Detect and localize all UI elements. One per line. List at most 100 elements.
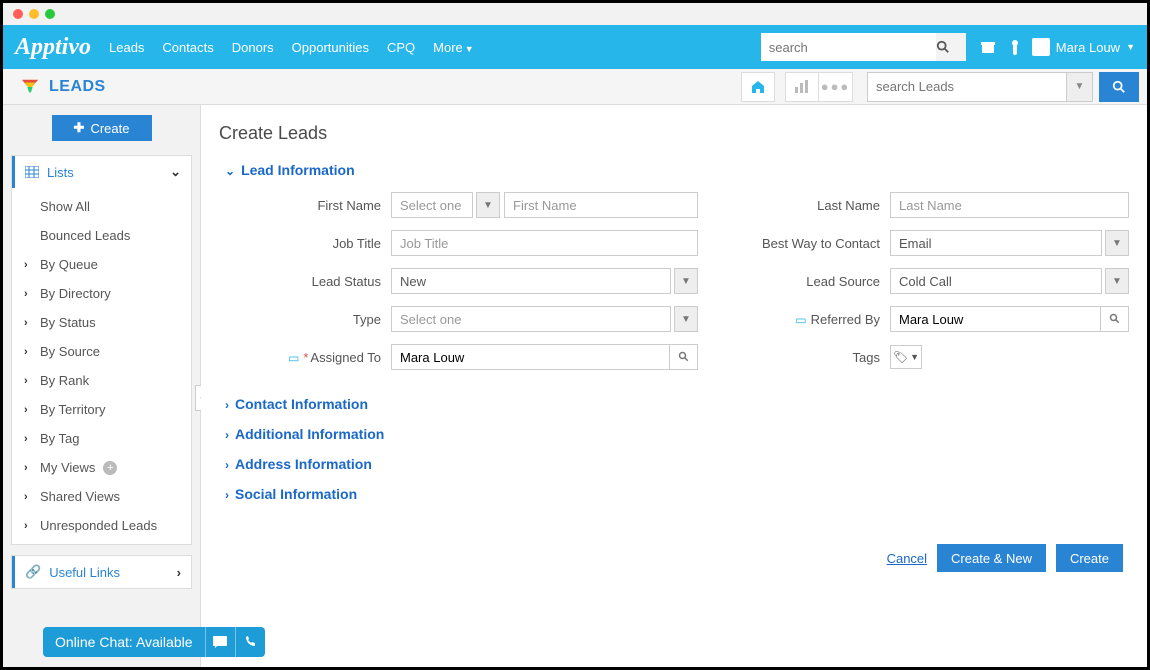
lead-status-dropdown-button[interactable]: ▼ — [674, 268, 698, 294]
chevron-down-icon: ▼ — [1112, 276, 1122, 287]
row-last-name: Last Name — [718, 192, 1129, 218]
sidebar-item-by-directory[interactable]: ›By Directory — [12, 279, 191, 308]
sidebar-item-unresponded-leads[interactable]: ›Unresponded Leads — [12, 511, 191, 540]
module-bar: LEADS ●●● ▼ — [3, 69, 1147, 105]
home-view-button[interactable] — [741, 72, 775, 102]
chat-phone-icon[interactable] — [235, 627, 265, 657]
tags-button[interactable]: 🏷▼ — [890, 345, 922, 369]
tag-icon: 🏷 — [893, 350, 908, 364]
module-search-input[interactable] — [867, 72, 1067, 102]
section-social-information[interactable]: ›Social Information — [225, 486, 1129, 502]
module-search-dropdown[interactable]: ▼ — [1067, 72, 1093, 102]
salutation-dropdown-button[interactable]: ▼ — [476, 192, 500, 218]
job-title-input[interactable] — [391, 230, 698, 256]
search-icon — [1112, 80, 1126, 94]
type-dropdown-button[interactable]: ▼ — [674, 306, 698, 332]
page-title: Create Leads — [219, 123, 1129, 144]
sidebar-item-bounced-leads[interactable]: Bounced Leads — [12, 221, 191, 250]
chevron-down-icon: ▼ — [910, 352, 919, 362]
section-additional-information[interactable]: ›Additional Information — [225, 426, 1129, 442]
chat-message-icon[interactable] — [205, 627, 235, 657]
sidebar-item-by-territory[interactable]: ›By Territory — [12, 395, 191, 424]
chart-view-button[interactable] — [785, 72, 819, 102]
referred-by-input[interactable] — [890, 306, 1101, 332]
chevron-right-icon: › — [24, 491, 34, 503]
sidebar-item-shared-views[interactable]: ›Shared Views — [12, 482, 191, 511]
assigned-to-input[interactable] — [391, 344, 670, 370]
nav-contacts[interactable]: Contacts — [162, 40, 213, 55]
form-footer: Cancel Create & New Create — [219, 516, 1129, 590]
bar-chart-icon — [794, 80, 810, 94]
brand-logo[interactable]: Apptivo — [15, 34, 91, 61]
nav-leads[interactable]: Leads — [109, 40, 144, 55]
row-lead-status: Lead Status New ▼ — [219, 268, 698, 294]
sidebar-item-by-status[interactable]: ›By Status — [12, 308, 191, 337]
nav-more[interactable]: More▼ — [433, 40, 474, 55]
notifications-icon[interactable] — [1008, 39, 1022, 55]
lists-panel: Lists ⌄ Show All Bounced Leads ›By Queue… — [11, 155, 192, 545]
lists-panel-header[interactable]: Lists ⌄ — [12, 156, 191, 188]
salutation-select[interactable]: Select one — [391, 192, 473, 218]
sidebar-item-by-queue[interactable]: ›By Queue — [12, 250, 191, 279]
useful-links-header[interactable]: 🔗 Useful Links › — [12, 556, 191, 588]
sidebar-item-by-rank[interactable]: ›By Rank — [12, 366, 191, 395]
module-search-button[interactable] — [1099, 72, 1139, 102]
best-way-dropdown-button[interactable]: ▼ — [1105, 230, 1129, 256]
chevron-down-icon: ▼ — [681, 314, 691, 325]
last-name-input[interactable] — [890, 192, 1129, 218]
assigned-to-lookup-button[interactable] — [670, 344, 698, 370]
section-contact-information[interactable]: ›Contact Information — [225, 396, 1129, 412]
store-icon[interactable] — [980, 39, 996, 55]
cancel-link[interactable]: Cancel — [887, 551, 927, 566]
sidebar-item-by-tag[interactable]: ›By Tag — [12, 424, 191, 453]
sidebar-item-show-all[interactable]: Show All — [12, 192, 191, 221]
chevron-right-icon: › — [24, 520, 34, 532]
label-last-name: Last Name — [718, 198, 890, 213]
label-referred-by: ▭Referred By — [718, 312, 890, 327]
add-view-icon[interactable]: + — [103, 461, 117, 475]
section-lead-information[interactable]: ⌄Lead Information — [225, 162, 1129, 178]
lead-source-dropdown-button[interactable]: ▼ — [1105, 268, 1129, 294]
chevron-right-icon: › — [24, 259, 34, 271]
chevron-right-icon: › — [24, 375, 34, 387]
label-tags: Tags — [718, 350, 890, 365]
create-submit-button[interactable]: Create — [1056, 544, 1123, 572]
lead-status-select[interactable]: New — [391, 268, 671, 294]
window-close-icon[interactable] — [13, 9, 23, 19]
global-search-button[interactable] — [936, 33, 966, 61]
section-address-information[interactable]: ›Address Information — [225, 456, 1129, 472]
search-icon — [1109, 313, 1121, 325]
lead-source-select[interactable]: Cold Call — [890, 268, 1102, 294]
create-and-new-button[interactable]: Create & New — [937, 544, 1046, 572]
sidebar: ✚ Create Lists ⌄ Show All Bounced Leads … — [3, 105, 201, 667]
sidebar-item-my-views[interactable]: ›My Views+ — [12, 453, 191, 482]
chevron-down-icon: ▼ — [1075, 81, 1085, 92]
avatar-icon — [1032, 38, 1050, 56]
grid-icon — [25, 166, 39, 178]
card-icon: ▭ — [795, 313, 806, 327]
nav-opportunities[interactable]: Opportunities — [292, 40, 369, 55]
row-assigned-to: ▭*Assigned To — [219, 344, 698, 370]
chat-bar[interactable]: Online Chat: Available — [43, 627, 265, 657]
label-type: Type — [219, 312, 391, 327]
first-name-input[interactable] — [504, 192, 698, 218]
label-lead-source: Lead Source — [718, 274, 890, 289]
row-best-way: Best Way to Contact Email ▼ — [718, 230, 1129, 256]
create-button[interactable]: ✚ Create — [52, 115, 152, 141]
nav-cpq[interactable]: CPQ — [387, 40, 415, 55]
more-view-button[interactable]: ●●● — [819, 72, 853, 102]
window-minimize-icon[interactable] — [29, 9, 39, 19]
window-zoom-icon[interactable] — [45, 9, 55, 19]
label-assigned-to: ▭*Assigned To — [219, 350, 391, 365]
referred-by-lookup-button[interactable] — [1101, 306, 1129, 332]
type-select[interactable]: Select one — [391, 306, 671, 332]
user-menu[interactable]: Mara Louw ▼ — [1032, 38, 1135, 56]
window-titlebar — [3, 3, 1147, 25]
nav-donors[interactable]: Donors — [232, 40, 274, 55]
best-way-select[interactable]: Email — [890, 230, 1102, 256]
chevron-down-icon: ▼ — [465, 44, 474, 54]
sidebar-item-by-source[interactable]: ›By Source — [12, 337, 191, 366]
global-search-input[interactable] — [761, 33, 936, 61]
chat-status-text: Online Chat: Available — [43, 634, 205, 650]
chevron-down-icon: ⌄ — [170, 164, 181, 180]
